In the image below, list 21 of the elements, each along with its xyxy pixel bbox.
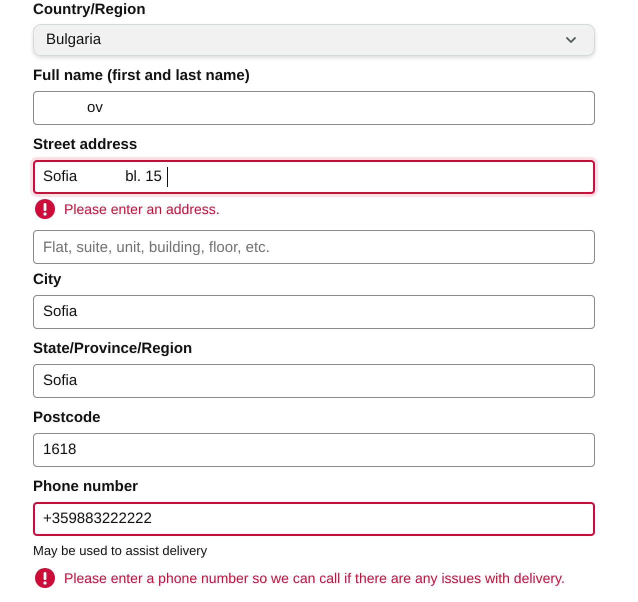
error-message: Please enter an address. (64, 200, 220, 219)
field-label: Country/Region (33, 0, 146, 20)
field-label: State/Province/Region (33, 339, 194, 359)
error-icon (35, 199, 55, 219)
field-label: City (33, 270, 62, 290)
input-field[interactable]: Sofia (33, 364, 595, 398)
field-label: Full name (first and last name) (33, 66, 251, 86)
field-label: Street address (33, 135, 138, 155)
error-icon (35, 568, 55, 588)
input-field[interactable]: 1618 (33, 433, 595, 467)
error-message: Please enter a phone number so we can call if there are any issues with delivery. (64, 569, 565, 588)
field-hint: May be used to assist delivery (33, 542, 208, 559)
input-field[interactable]: Sofia bl. 15 (33, 160, 595, 194)
field-label: Postcode (33, 408, 102, 428)
input-field[interactable]: Sofia (33, 295, 595, 329)
input-field[interactable]: Flat, suite, unit, building, floor, etc. (33, 230, 595, 264)
field-label: Phone number (33, 477, 140, 497)
input-field[interactable]: ov (33, 91, 595, 125)
country-dropdown[interactable]: Bulgaria (33, 24, 595, 56)
input-field[interactable]: +359883222222 (33, 502, 595, 536)
text-cursor (166, 167, 168, 187)
